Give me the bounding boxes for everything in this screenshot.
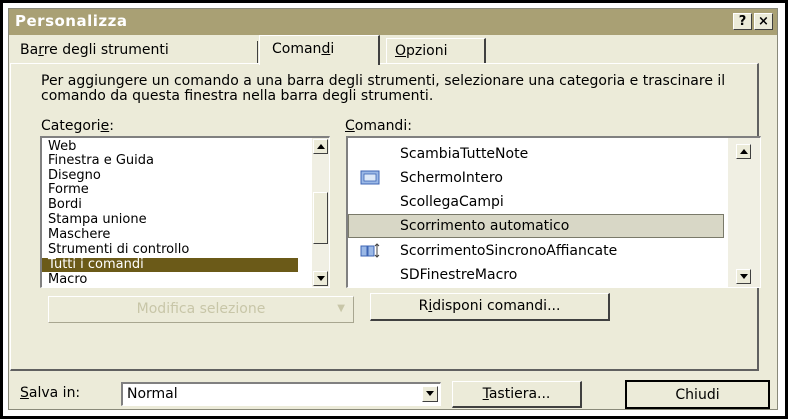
categories-label: Categorie: [41,118,114,134]
command-item-selected[interactable]: Scorrimento automatico [348,214,724,238]
modify-selection-button[interactable]: Modifica selezione ▼ [48,296,354,323]
keyboard-button-label: Tastiera... [482,386,551,402]
command-label: ScorrimentoSincronoAffiancate [400,243,618,259]
command-label: SDFinestreMacro [400,267,518,283]
save-in-value: Normal [127,386,178,402]
dialog-title: Personalizza [15,12,128,30]
dropdown-button[interactable] [422,386,438,402]
tab-options[interactable]: Opzioni [386,38,486,64]
category-item[interactable]: Maschere [48,228,110,242]
title-bar: Personalizza ? × [9,9,777,35]
categories-listbox[interactable]: Web Finestra e Guida Disegno Forme Bordi… [40,136,330,288]
chevron-down-icon: ▼ [337,303,345,314]
chevron-down-icon [426,391,434,396]
arrow-up-icon [740,149,748,154]
save-in-label: Salva in: [20,385,81,401]
modify-selection-label: Modifica selezione [136,301,266,317]
category-item-selected[interactable]: Tutti i comandi [42,258,298,272]
scroll-down-button[interactable] [313,271,328,286]
keyboard-button[interactable]: Tastiera... [452,381,582,408]
categories-scrollbar[interactable] [312,138,329,287]
rearrange-commands-button[interactable]: Ridisponi comandi... [370,293,610,321]
command-label: Scorrimento automatico [400,218,570,234]
tab-divider [257,41,258,63]
tab-label: Comandi [272,41,335,57]
close-button[interactable]: × [754,13,773,30]
instructions-text: Per aggiungere un comando a una barra de… [41,73,726,104]
category-item[interactable]: Finestra e Guida [48,154,154,168]
category-item[interactable]: Stampa unione [48,213,147,227]
close-dialog-button[interactable]: Chiudi [625,380,770,409]
synchronous-scrolling-icon [360,243,380,258]
category-item[interactable]: Web [48,140,76,154]
command-label: ScambiaTutteNote [400,146,529,162]
scroll-up-button[interactable] [313,139,328,154]
command-label: ScollegaCampi [400,194,504,210]
tab-label: Barre degli strumenti [20,42,169,58]
scroll-up-button[interactable] [736,144,751,159]
scroll-thumb[interactable] [313,192,328,244]
command-item[interactable]: ScorrimentoSincronoAffiancate [348,239,724,263]
command-item[interactable]: ScollegaCampi [348,190,724,214]
tab-label: Opzioni [395,43,448,59]
tab-toolbars[interactable]: Barre degli strumenti [12,38,253,64]
category-item[interactable]: Bordi [48,198,82,212]
rearrange-commands-label: Ridisponi comandi... [418,298,561,314]
commands-listbox[interactable]: ScambiaTutteNote SchermoIntero ScollegaC… [346,136,761,288]
command-label: SchermoIntero [400,170,503,186]
help-button[interactable]: ? [733,13,752,30]
commands-scrollbar[interactable] [728,138,760,287]
category-item[interactable]: Macro [48,273,87,287]
category-item[interactable]: Forme [48,183,89,197]
full-screen-icon [360,170,380,185]
arrow-down-icon [317,276,325,281]
category-item[interactable]: Disegno [48,169,101,183]
category-item[interactable]: Strumenti di controllo [48,243,189,257]
command-item[interactable]: SchermoIntero [348,166,724,190]
scroll-down-button[interactable] [736,269,751,284]
command-item[interactable]: SDFinestreMacro [348,263,724,287]
command-item[interactable]: ScambiaTutteNote [348,142,724,166]
arrow-down-icon [740,274,748,279]
arrow-up-icon [317,144,325,149]
tab-commands[interactable]: Comandi [259,35,380,65]
commands-label: Comandi: [345,118,412,134]
save-in-select[interactable]: Normal [121,382,441,406]
